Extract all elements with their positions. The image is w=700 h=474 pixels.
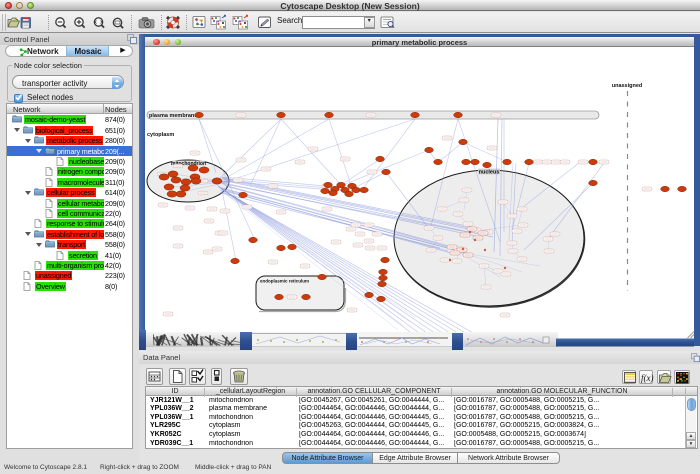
svg-text:f(x): f(x) <box>641 373 654 383</box>
svg-text:plasma membrane: plasma membrane <box>149 113 197 119</box>
svg-text:endoplasmic reticulum: endoplasmic reticulum <box>260 279 309 284</box>
svg-text:unassigned: unassigned <box>612 83 643 89</box>
svg-text:cytoplasm: cytoplasm <box>147 132 174 138</box>
